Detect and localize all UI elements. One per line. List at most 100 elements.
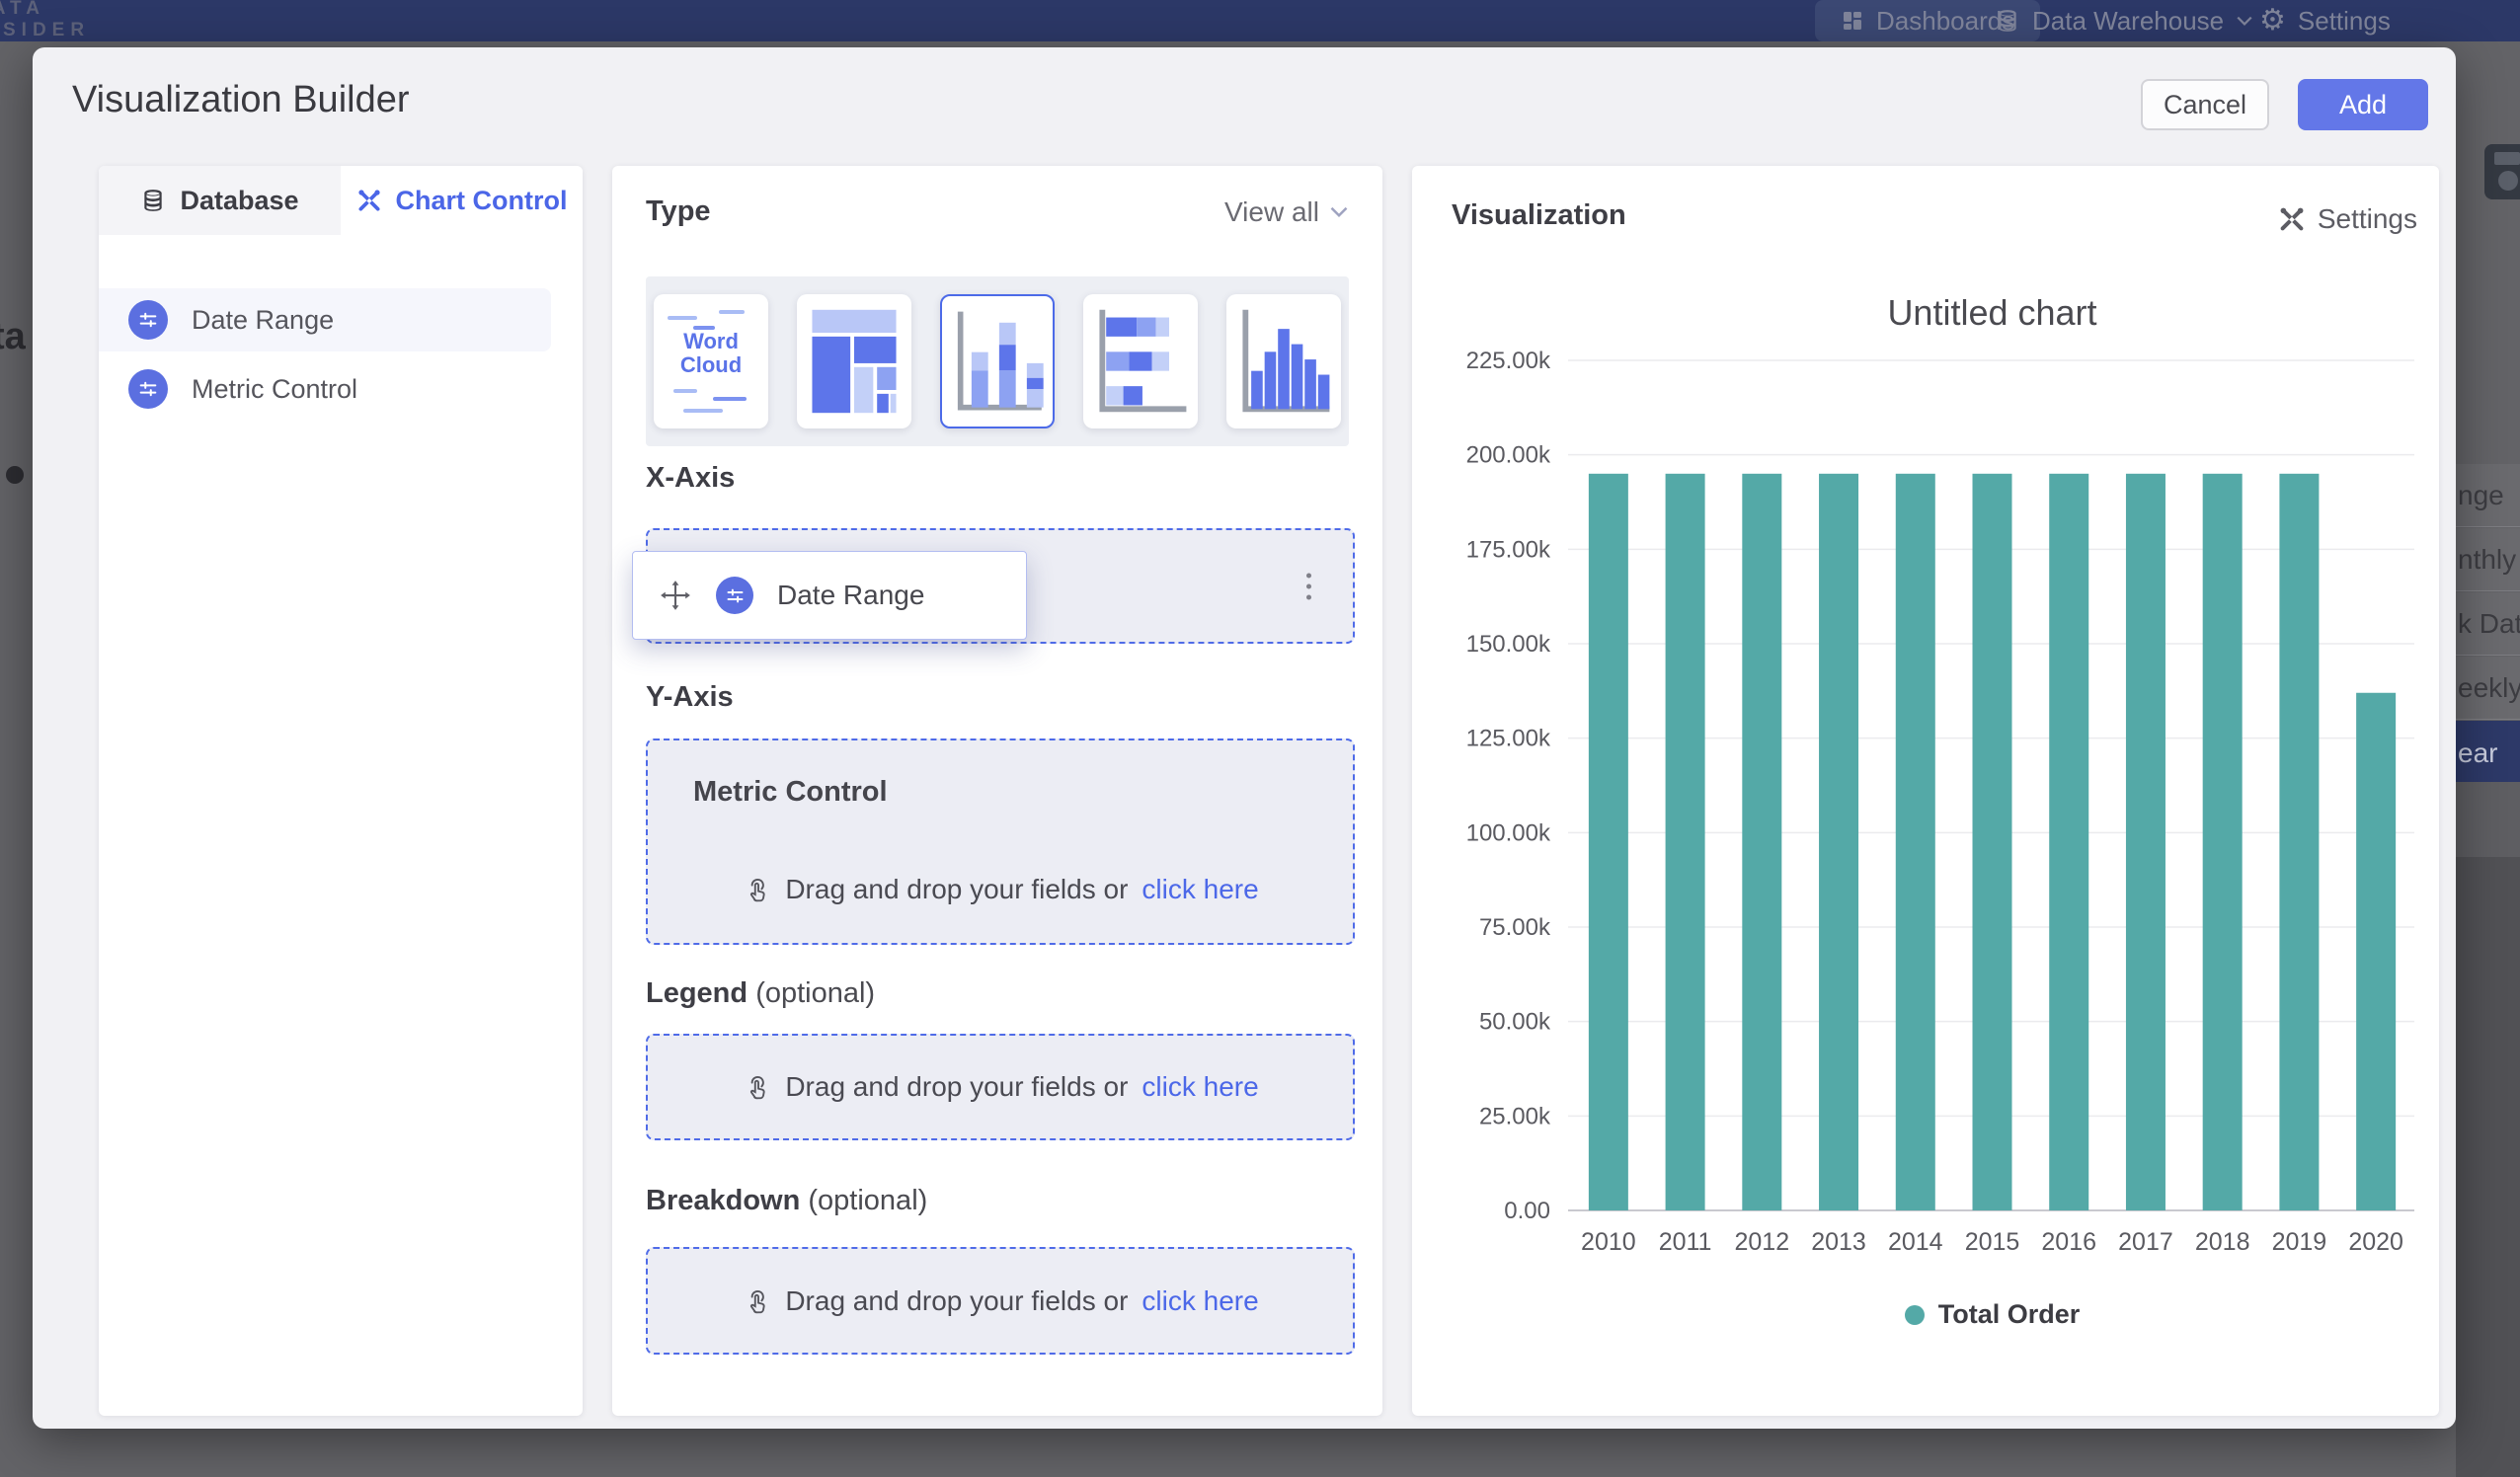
treemap-icon	[797, 294, 911, 428]
svg-text:150.00k: 150.00k	[1466, 631, 1551, 658]
breakdown-section-label: Breakdown (optional)	[646, 1185, 927, 1217]
dropzone-click-here-link[interactable]: click here	[1142, 874, 1258, 905]
svg-text:2011: 2011	[1659, 1228, 1712, 1256]
visualization-builder-modal: Visualization Builder Cancel Add Databas…	[33, 47, 2456, 1429]
svg-text:2020: 2020	[2348, 1228, 2403, 1256]
field-item-date-range[interactable]: Date Range	[99, 288, 551, 351]
dropzone-hint-text: Drag and drop your fields or	[785, 1071, 1128, 1103]
app-logo: DATA INSIDER	[0, 0, 90, 41]
word-cloud-text-2: Cloud	[680, 352, 742, 377]
dropzone-hint-text: Drag and drop your fields or	[785, 1285, 1128, 1317]
svg-text:2017: 2017	[2118, 1228, 2173, 1256]
chart-legend: Total Order	[1570, 1299, 2414, 1330]
database-icon	[1995, 8, 2020, 34]
background-strip	[2456, 782, 2520, 857]
background-left-fragments: ta	[0, 47, 33, 1429]
legend-section-label: Legend (optional)	[646, 977, 875, 1010]
control-icon	[716, 577, 753, 614]
bullet-dot	[6, 466, 24, 484]
chart-type-column[interactable]	[1226, 294, 1341, 428]
svg-text:25.00k: 25.00k	[1479, 1103, 1551, 1129]
database-icon	[140, 188, 166, 213]
bar-chart: 225.00k200.00k175.00k150.00k125.00k100.0…	[1412, 166, 2439, 1416]
svg-text:2018: 2018	[2195, 1228, 2250, 1256]
tap-icon	[742, 875, 771, 904]
tap-icon	[742, 1286, 771, 1316]
chart-type-selector: WordCloud	[646, 276, 1349, 446]
logo-line-2: INSIDER	[0, 20, 90, 41]
dropzone-click-here-link[interactable]: click here	[1142, 1285, 1258, 1317]
nav-tab-data-warehouse[interactable]: Data Warehouse	[1995, 0, 2253, 41]
legend-series-label: Total Order	[1938, 1299, 2081, 1330]
tap-icon	[742, 1072, 771, 1102]
dropzone-hint-text: Drag and drop your fields or	[785, 874, 1128, 905]
legend-dot	[1905, 1305, 1925, 1325]
tab-chart-control[interactable]: Chart Control	[341, 166, 583, 235]
stacked-bar-icon	[1083, 294, 1198, 428]
control-icon	[128, 369, 168, 409]
x-axis-item-menu[interactable]	[1300, 567, 1317, 605]
app-root: DATA INSIDER Dashboards Data Warehouse ⚙…	[0, 0, 2520, 1477]
menu-item-fragment: eekly	[2456, 657, 2520, 720]
stacked-column-icon	[942, 296, 1053, 427]
save-icon	[2484, 144, 2520, 199]
svg-text:100.00k: 100.00k	[1466, 819, 1551, 846]
svg-text:175.00k: 175.00k	[1466, 536, 1551, 563]
field-item-metric-control[interactable]: Metric Control	[99, 357, 551, 421]
nav-settings-label: Settings	[2298, 6, 2391, 37]
svg-text:2016: 2016	[2041, 1228, 2096, 1256]
top-nav-bar: DATA INSIDER Dashboards Data Warehouse ⚙…	[0, 0, 2520, 41]
type-section-label: Type	[646, 195, 711, 228]
svg-text:50.00k: 50.00k	[1479, 1009, 1551, 1036]
legend-dropzone[interactable]: Drag and drop your fields or click here	[646, 1034, 1355, 1140]
dragged-field-date-range[interactable]: Date Range	[632, 551, 1027, 640]
y-axis-box-title: Metric Control	[693, 776, 888, 809]
chart-type-word-cloud[interactable]: WordCloud	[654, 294, 768, 428]
move-icon	[659, 579, 692, 612]
chart-type-stacked-column-selected[interactable]	[940, 294, 1055, 428]
tab-database[interactable]: Database	[99, 166, 341, 235]
breakdown-dropzone[interactable]: Drag and drop your fields or click here	[646, 1247, 1355, 1355]
dropzone-click-here-link[interactable]: click here	[1142, 1071, 1258, 1103]
add-button[interactable]: Add	[2298, 79, 2428, 130]
menu-item-fragment: k Date	[2456, 592, 2520, 656]
chart-type-stacked-bar[interactable]	[1083, 294, 1198, 428]
svg-text:75.00k: 75.00k	[1479, 914, 1551, 941]
gear-icon: ⚙	[2259, 0, 2286, 41]
cancel-button[interactable]: Cancel	[2141, 79, 2269, 130]
nav-data-warehouse-label: Data Warehouse	[2032, 6, 2224, 37]
chart-type-treemap[interactable]	[797, 294, 911, 428]
builder-panel: Type View all WordCloud	[612, 166, 1382, 1416]
svg-text:2019: 2019	[2272, 1228, 2327, 1256]
y-axis-dropzone[interactable]: Metric Control Drag and drop your fields…	[646, 738, 1355, 945]
dashboards-grid-icon	[1841, 9, 1864, 33]
menu-item-fragment: nthly	[2456, 528, 2520, 591]
nav-tab-settings[interactable]: ⚙ Settings	[2259, 0, 2391, 41]
visualization-panel: Visualization Settings Untitled chart 22…	[1412, 166, 2439, 1416]
svg-text:0.00: 0.00	[1504, 1198, 1550, 1224]
y-axis-section-label: Y-Axis	[646, 681, 734, 714]
tab-database-label: Database	[180, 186, 298, 216]
svg-text:2013: 2013	[1811, 1228, 1866, 1256]
svg-text:125.00k: 125.00k	[1466, 726, 1551, 752]
svg-text:225.00k: 225.00k	[1466, 348, 1551, 374]
tools-icon	[356, 188, 382, 213]
column-chart-icon	[1226, 294, 1341, 428]
field-item-label: Metric Control	[192, 374, 357, 405]
menu-item-selected-fragment: ear	[2456, 721, 2520, 786]
view-all-dropdown[interactable]: View all	[1224, 196, 1349, 228]
field-item-label: Date Range	[192, 305, 334, 336]
svg-text:2010: 2010	[1581, 1228, 1636, 1256]
tab-chart-control-label: Chart Control	[396, 186, 568, 216]
word-cloud-text-1: Word	[683, 329, 739, 353]
x-axis-section-label: X-Axis	[646, 462, 735, 495]
view-all-label: View all	[1224, 196, 1319, 228]
background-dark-area	[2456, 857, 2520, 1477]
svg-text:2012: 2012	[1735, 1228, 1790, 1256]
modal-title: Visualization Builder	[72, 79, 410, 121]
chevron-down-icon	[1329, 205, 1349, 218]
dragged-field-label: Date Range	[777, 580, 924, 611]
control-icon	[128, 300, 168, 340]
svg-text:2014: 2014	[1888, 1228, 1943, 1256]
svg-text:2015: 2015	[1965, 1228, 2020, 1256]
